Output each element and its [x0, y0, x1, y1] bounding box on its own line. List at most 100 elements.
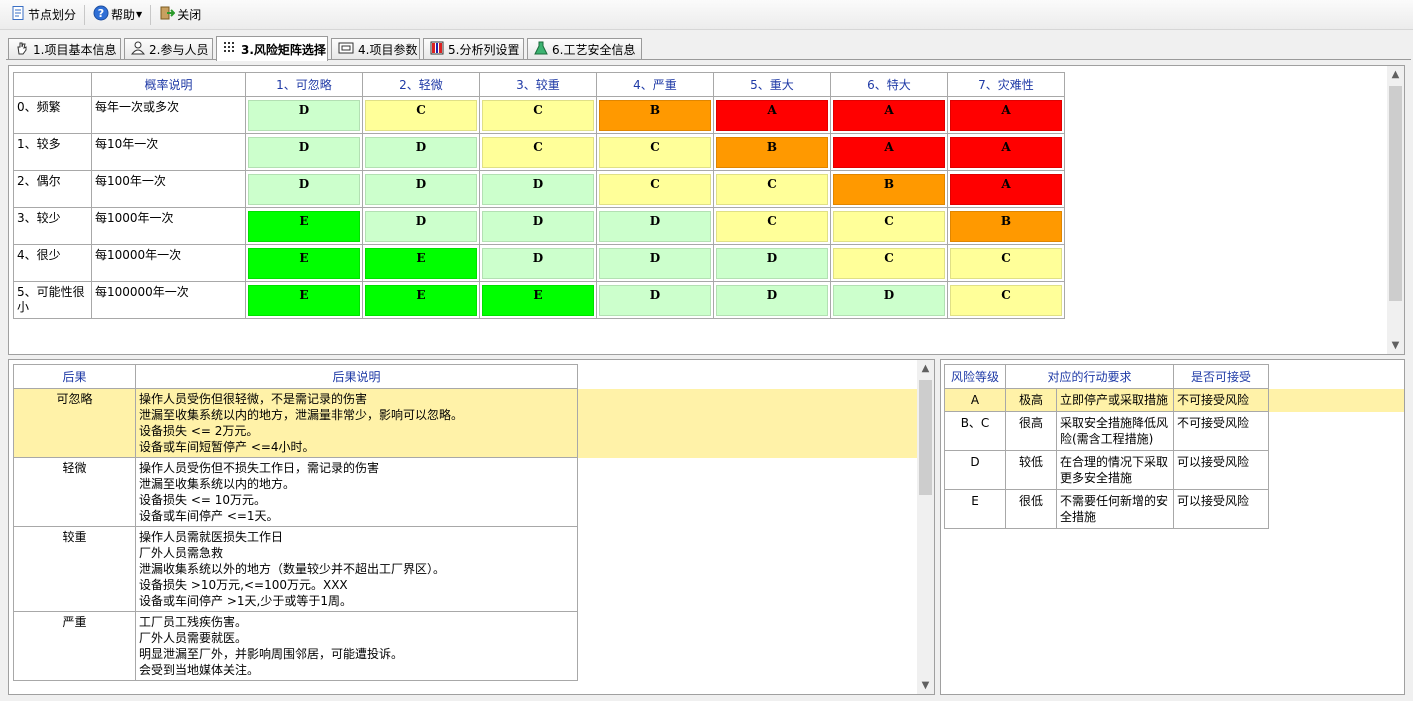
people-icon	[130, 41, 149, 58]
risk-matrix-panel: 概率说明 1、可忽略 2、轻微 3、较重 4、严重 5、重大 6、特大 7、灾难…	[8, 65, 1405, 355]
matrix-cell[interactable]: D	[479, 207, 597, 245]
consequence-row[interactable]: 轻微 操作人员受伤但不损失工作日，需记录的伤害 泄漏至收集系统以内的地方。 设备损…	[13, 457, 920, 527]
consequence-row[interactable]: 严重 工厂员工残疾伤害。 厂外人员需要就医。 明显泄漏至厂外，并影响周围邻居，可能…	[13, 611, 920, 681]
matrix-header-severity[interactable]: 3、较重	[479, 72, 597, 97]
matrix-row: 1、较多 每10年一次 D D C C B A A	[13, 133, 1065, 171]
matrix-cell[interactable]: C	[830, 244, 948, 282]
matrix-cell[interactable]: A	[830, 133, 948, 171]
matrix-cell[interactable]: C	[713, 207, 831, 245]
svg-text:?: ?	[98, 7, 104, 20]
risk-grade: C	[599, 173, 711, 205]
matrix-cell[interactable]: B	[947, 207, 1065, 245]
matrix-cell[interactable]: C	[596, 170, 714, 208]
matrix-cell[interactable]: D	[713, 244, 831, 282]
matrix-header-severity[interactable]: 1、可忽略	[245, 72, 363, 97]
consequence-row[interactable]: 较重 操作人员需就医损失工作日 厂外人员需急救 泄漏收集系统以外的地方（数量较少并…	[13, 526, 920, 612]
matrix-cell[interactable]: C	[362, 96, 480, 134]
risk-grade: E	[248, 247, 360, 279]
matrix-cell[interactable]: D	[596, 281, 714, 319]
risk-grade: B	[950, 210, 1062, 242]
matrix-cell[interactable]: C	[830, 207, 948, 245]
matrix-cell[interactable]: D	[245, 170, 363, 208]
matrix-cell[interactable]: D	[245, 96, 363, 134]
risk-grade: B	[599, 99, 711, 131]
risk-level-row[interactable]: E 很低 不需要任何新增的安全措施 可以接受风险	[944, 489, 1405, 529]
tab-participants[interactable]: 2.参与人员	[124, 38, 213, 60]
scroll-down-icon[interactable]: ▼	[1387, 337, 1404, 354]
matrix-header-severity[interactable]: 6、特大	[830, 72, 948, 97]
tab-analysis-columns[interactable]: 5.分析列设置	[423, 38, 524, 60]
node-split-button[interactable]: 节点划分	[6, 4, 80, 26]
matrix-header-severity[interactable]: 4、严重	[596, 72, 714, 97]
matrix-cell[interactable]: E	[245, 281, 363, 319]
matrix-cell[interactable]: C	[713, 170, 831, 208]
close-button[interactable]: 关闭	[155, 4, 205, 26]
help-icon: ?	[93, 5, 109, 24]
matrix-cell[interactable]: A	[947, 170, 1065, 208]
matrix-cell[interactable]: D	[479, 170, 597, 208]
matrix-cell[interactable]: E	[479, 281, 597, 319]
row-filler	[1268, 388, 1404, 412]
matrix-cell[interactable]: D	[830, 281, 948, 319]
matrix-cell[interactable]: D	[362, 170, 480, 208]
matrix-scrollbar[interactable]: ▲ ▼	[1387, 66, 1404, 354]
columns-icon	[430, 41, 448, 58]
probability-desc: 每1000年一次	[91, 207, 246, 245]
matrix-cell[interactable]: C	[479, 133, 597, 171]
tab-project-info[interactable]: 1.项目基本信息	[8, 38, 121, 60]
risk-grade: A	[716, 99, 828, 131]
probability-level: 2、偶尔	[13, 170, 92, 208]
scroll-thumb[interactable]	[1389, 86, 1402, 301]
toolbar-separator	[84, 4, 86, 25]
scroll-up-icon[interactable]: ▲	[917, 360, 934, 377]
risk-degree: 很高	[1005, 411, 1057, 451]
probability-level: 3、较少	[13, 207, 92, 245]
matrix-header-severity[interactable]: 7、灾难性	[947, 72, 1065, 97]
matrix-cell[interactable]: C	[947, 281, 1065, 319]
matrix-cell[interactable]: A	[947, 96, 1065, 134]
scroll-down-icon[interactable]: ▼	[917, 677, 934, 694]
matrix-cell[interactable]: C	[479, 96, 597, 134]
tab-process-safety[interactable]: 6.工艺安全信息	[527, 38, 642, 60]
scroll-thumb[interactable]	[919, 380, 932, 495]
matrix-cell[interactable]: D	[362, 133, 480, 171]
risk-grade: D	[365, 210, 477, 242]
matrix-cell[interactable]: E	[245, 207, 363, 245]
matrix-cell[interactable]: A	[713, 96, 831, 134]
matrix-cell[interactable]: C	[947, 244, 1065, 282]
matrix-cell[interactable]: B	[713, 133, 831, 171]
matrix-cell[interactable]: D	[596, 244, 714, 282]
matrix-cell[interactable]: E	[362, 244, 480, 282]
matrix-cell[interactable]: D	[362, 207, 480, 245]
matrix-cell[interactable]: E	[245, 244, 363, 282]
help-button[interactable]: ? 帮助 ▼	[89, 4, 146, 26]
matrix-cell[interactable]: D	[713, 281, 831, 319]
matrix-cell[interactable]: B	[596, 96, 714, 134]
matrix-cell[interactable]: C	[596, 133, 714, 171]
matrix-header-severity[interactable]: 2、轻微	[362, 72, 480, 97]
matrix-cell[interactable]: D	[479, 244, 597, 282]
consequence-scrollbar[interactable]: ▲ ▼	[917, 360, 934, 694]
risk-grade: C	[599, 136, 711, 168]
tab-risk-matrix[interactable]: 3.风险矩阵选择	[216, 36, 328, 61]
matrix-cell[interactable]: D	[596, 207, 714, 245]
risk-grade: D	[365, 136, 477, 168]
risk-grade: B、C	[944, 411, 1006, 451]
exit-icon	[159, 5, 176, 24]
tab-project-params[interactable]: 4.项目参数	[331, 38, 420, 60]
consequence-row[interactable]: 可忽略 操作人员受伤但很轻微，不是需记录的伤害 泄漏至收集系统以内的地方，泄漏量非…	[13, 388, 920, 458]
matrix-cell[interactable]: A	[947, 133, 1065, 171]
risk-level-row[interactable]: B、C 很高 采取安全措施降低风险(需含工程措施) 不可接受风险	[944, 411, 1405, 451]
matrix-row: 4、很少 每10000年一次 E E D D D C C	[13, 244, 1065, 282]
matrix-header-probability: 概率说明	[91, 72, 246, 97]
matrix-cell[interactable]: A	[830, 96, 948, 134]
risk-level-row[interactable]: A 极高 立即停产或采取措施 不可接受风险	[944, 388, 1404, 412]
matrix-cell[interactable]: E	[362, 281, 480, 319]
risk-level-row[interactable]: D 较低 在合理的情况下采取更多安全措施 可以接受风险	[944, 450, 1405, 490]
matrix-cell[interactable]: B	[830, 170, 948, 208]
scroll-up-icon[interactable]: ▲	[1387, 66, 1404, 83]
matrix-header-severity[interactable]: 5、重大	[713, 72, 831, 97]
matrix-cell[interactable]: D	[245, 133, 363, 171]
risk-degree: 较低	[1005, 450, 1057, 490]
risk-grade: A	[944, 388, 1006, 412]
